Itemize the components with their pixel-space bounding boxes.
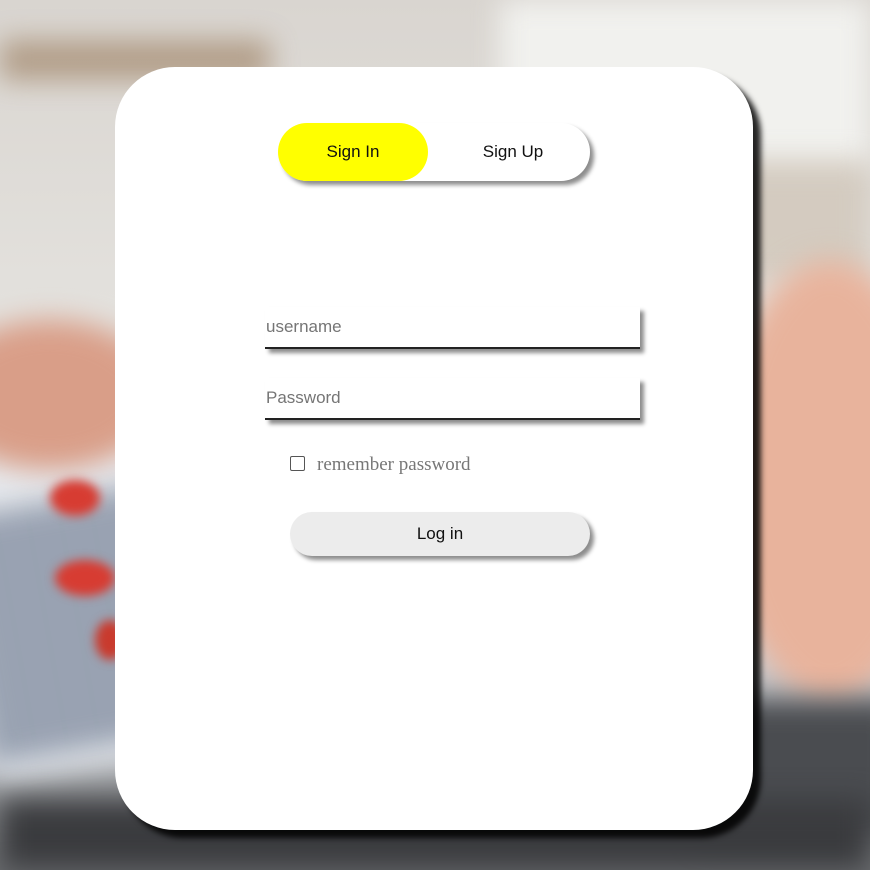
tab-sign-in[interactable]: Sign In bbox=[278, 123, 428, 181]
login-card: Sign In Sign Up remember password Log in bbox=[115, 67, 753, 830]
auth-tab-switcher: Sign In Sign Up bbox=[278, 123, 590, 181]
username-input[interactable] bbox=[265, 307, 640, 349]
background-nail bbox=[50, 480, 100, 516]
background-nail bbox=[55, 560, 115, 596]
remember-password-checkbox[interactable] bbox=[290, 455, 305, 471]
login-button[interactable]: Log in bbox=[290, 512, 590, 556]
remember-password-label[interactable]: remember password bbox=[317, 454, 471, 476]
password-input[interactable] bbox=[265, 378, 640, 420]
tab-sign-up[interactable]: Sign Up bbox=[436, 123, 590, 181]
remember-password-row: remember password bbox=[290, 452, 471, 476]
